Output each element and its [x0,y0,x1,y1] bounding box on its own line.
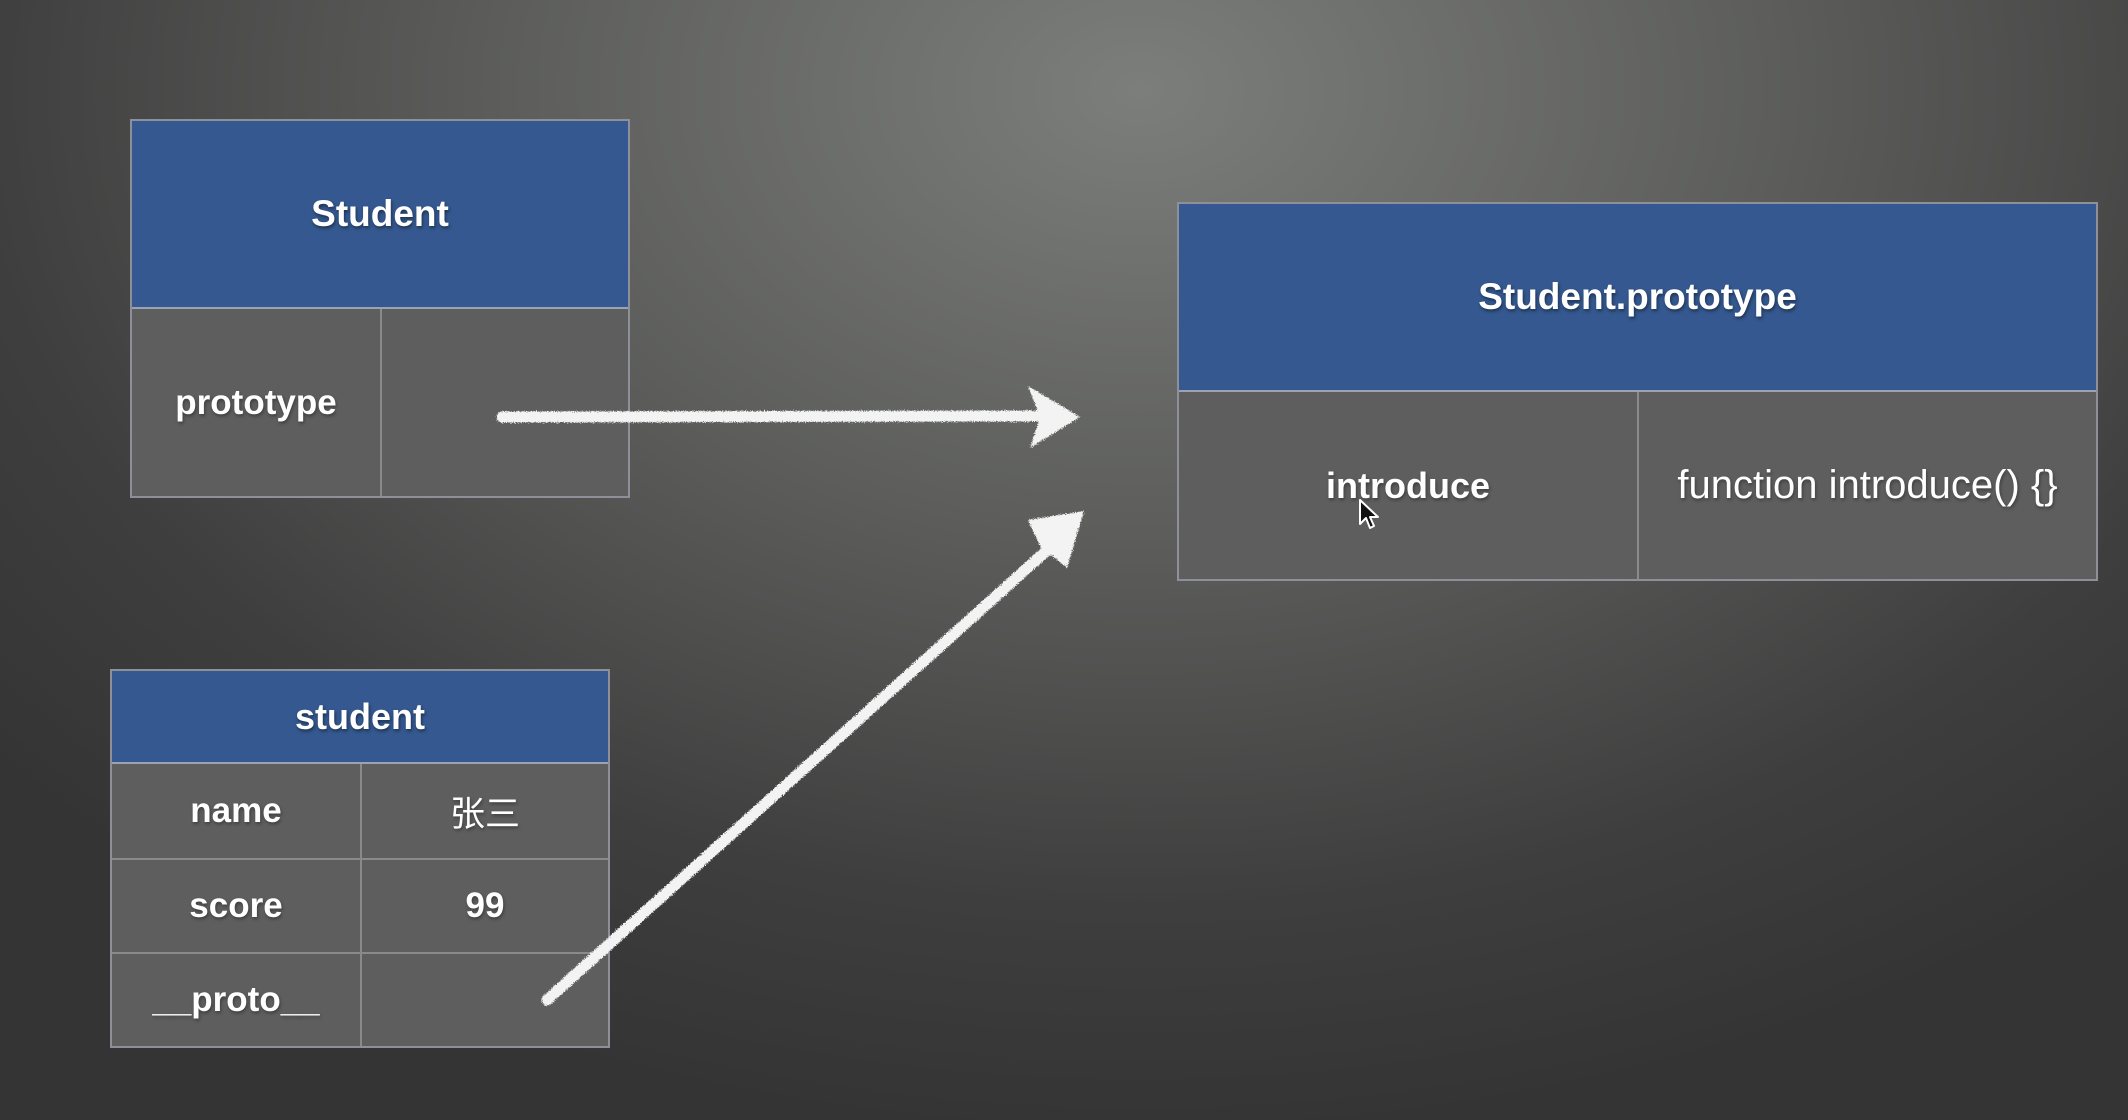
proto-pointer-arrow [541,511,1084,1006]
prototype-key-cell: prototype [132,309,382,496]
student-instance-title: student [112,671,608,764]
score-key-cell: score [112,858,362,952]
student-constructor-table: Student prototype [130,119,630,498]
proto-key-cell: __proto__ [112,952,362,1046]
score-value-cell: 99 [362,858,608,952]
mouse-cursor-icon [1359,499,1379,529]
name-key-cell: name [112,764,362,858]
student-instance-table: student name 张三 score 99 __proto__ [110,669,610,1048]
student-prototype-title: Student.prototype [1179,204,2096,392]
prototype-value-cell [382,309,628,496]
student-prototype-table: Student.prototype introduce function int… [1177,202,2098,581]
introduce-value-cell: function introduce() {} [1639,392,2096,579]
introduce-key-cell: introduce [1179,392,1639,579]
proto-value-cell [362,952,608,1046]
student-constructor-title: Student [132,121,628,309]
name-value-cell: 张三 [362,764,608,858]
